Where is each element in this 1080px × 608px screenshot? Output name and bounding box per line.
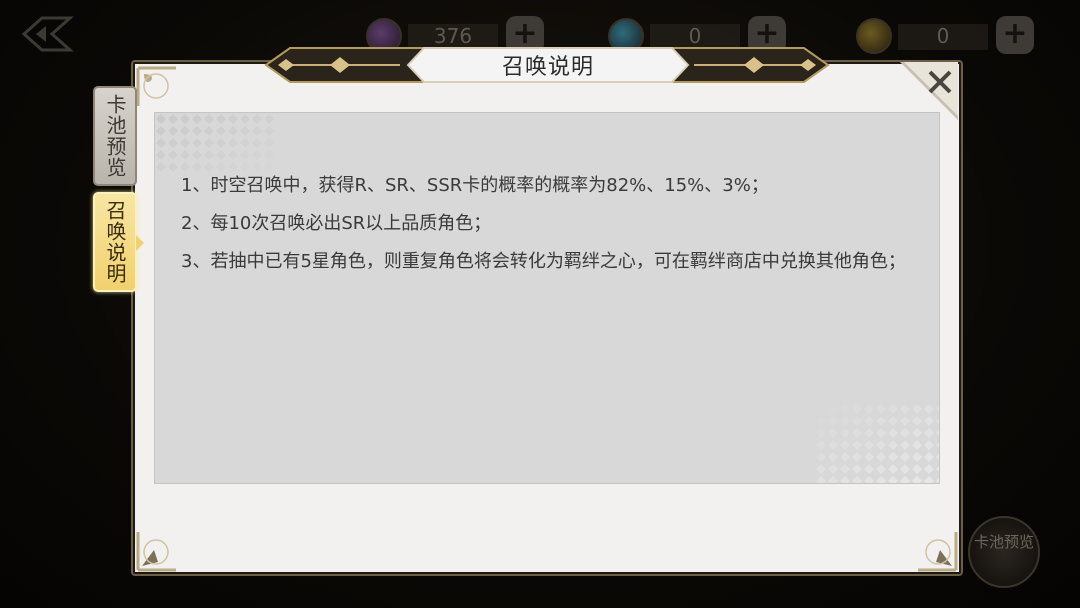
add-coin-button[interactable]: + (996, 16, 1034, 54)
rule-item: 3、若抽中已有5星角色，则重复角色将会转化为羁绊之心，可在羁绊商店中兑换其他角色… (181, 251, 906, 272)
modal-title: 召唤说明 (406, 46, 690, 84)
active-tab-pointer (136, 235, 144, 251)
tab-summon-info[interactable]: 召唤说明 (93, 192, 137, 292)
rules-content-box[interactable]: 1、时空召唤中，获得R、SR、SSR卡的概率的概率为82%、15%、3%； 2、… (154, 112, 940, 484)
modal-title-text: 召唤说明 (501, 55, 594, 80)
corner-ornament-icon (136, 66, 176, 106)
diamond-pattern-decoration (815, 403, 939, 483)
rule-item: 2、每10次召唤必出SR以上品质角色； (181, 213, 492, 234)
diamond-pattern-decoration (155, 113, 275, 173)
rule-item: 1、时空召唤中，获得R、SR、SSR卡的概率的概率为82%、15%、3%； (181, 175, 769, 196)
corner-ornament-icon (918, 532, 958, 572)
gold-coin-icon (856, 18, 892, 54)
rules-list: 1、时空召唤中，获得R、SR、SSR卡的概率的概率为82%、15%、3%； 2、… (181, 167, 921, 281)
back-arrow-icon[interactable] (20, 14, 74, 54)
tab-label: 卡池预览 (103, 94, 127, 178)
currency-value: 0 (898, 24, 988, 50)
tab-label: 召唤说明 (103, 200, 127, 284)
pool-preview-side-button[interactable]: 卡池预览 (968, 516, 1040, 588)
corner-ornament-icon (136, 532, 176, 572)
tab-pool-preview[interactable]: 卡池预览 (93, 86, 137, 186)
